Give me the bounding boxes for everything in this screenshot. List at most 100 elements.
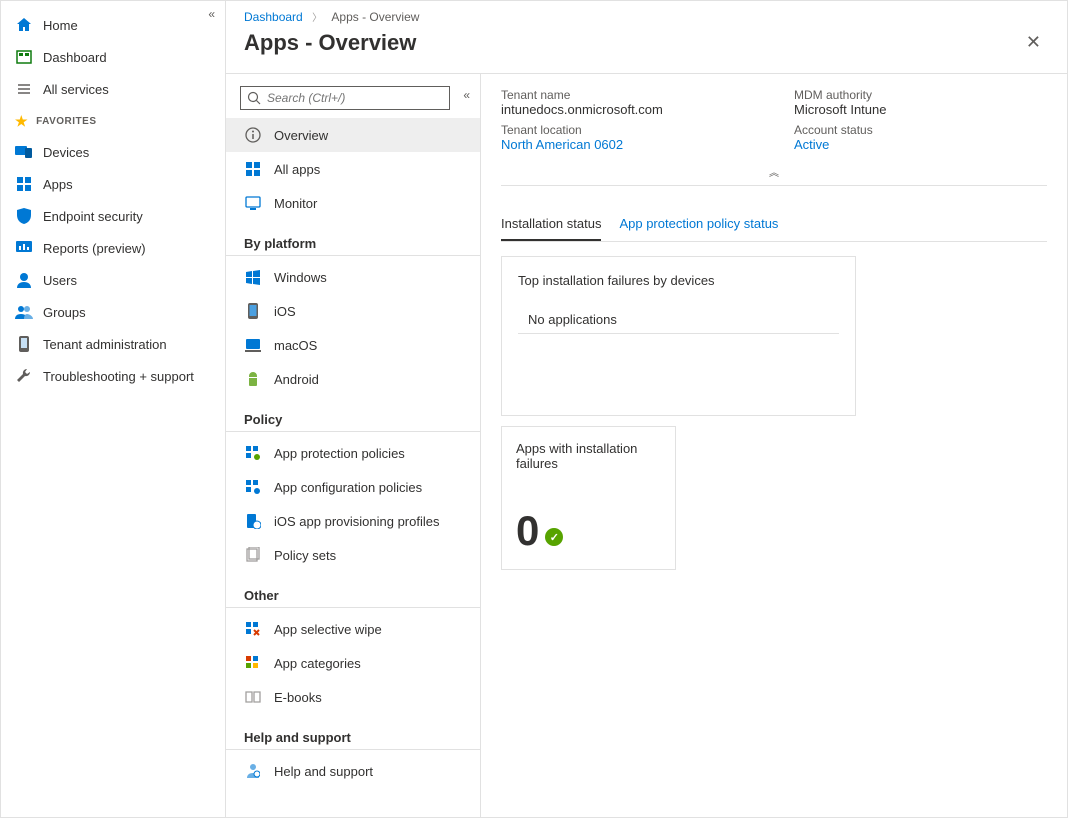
subnav-label: App selective wipe [274,622,382,637]
nav-all-services[interactable]: All services [1,73,225,105]
policy-icon [244,444,262,462]
subnav-app-categories[interactable]: App categories [226,646,480,680]
tab-protection-status[interactable]: App protection policy status [619,216,778,241]
failure-count: 0 ✓ [516,507,661,555]
subnav-app-protection[interactable]: App protection policies [226,436,480,470]
nav-reports[interactable]: Reports (preview) [1,232,225,264]
subnav-label: Android [274,372,319,387]
wrench-icon [15,367,33,385]
ios-icon [244,302,262,320]
subnav-android[interactable]: Android [226,362,480,396]
support-icon [244,762,262,780]
subnav-ios[interactable]: iOS [226,294,480,328]
nav-label: Reports (preview) [43,241,146,256]
nav-label: Devices [43,145,89,160]
section-by-platform: By platform [226,220,480,256]
nav-dashboard[interactable]: Dashboard [1,41,225,73]
nav-label: Troubleshooting + support [43,369,194,384]
status-label: Account status [794,123,1047,137]
page-title: Apps - Overview [244,30,416,56]
users-icon [15,271,33,289]
policy-icon [244,512,262,530]
subnav-monitor[interactable]: Monitor [226,186,480,220]
nav-users[interactable]: Users [1,264,225,296]
nav-label: Apps [43,177,73,192]
policy-sets-icon [244,546,262,564]
star-icon: ★ [15,113,28,130]
subnav-label: Overview [274,128,328,143]
apps-icon [15,175,33,193]
subnav-help-support[interactable]: Help and support [226,754,480,788]
card-title: Apps with installation failures [516,441,661,471]
android-icon [244,370,262,388]
card-failure-count: Apps with installation failures 0 ✓ [501,426,676,570]
subnav-app-config[interactable]: App configuration policies [226,470,480,504]
nav-label: Home [43,18,78,33]
subnav-windows[interactable]: Windows [226,260,480,294]
subnav-selective-wipe[interactable]: App selective wipe [226,612,480,646]
subnav-macos[interactable]: macOS [226,328,480,362]
reports-icon [15,239,33,257]
section-policy: Policy [226,396,480,432]
subnav-label: Policy sets [274,548,336,563]
mdm-label: MDM authority [794,88,1047,102]
breadcrumb: Dashboard 〉 Apps - Overview [226,1,1067,24]
search-input[interactable] [267,91,443,105]
collapse-subnav-icon[interactable]: « [463,88,470,102]
subnav-label: Windows [274,270,327,285]
subnav-label: App protection policies [274,446,405,461]
subnav-policy-sets[interactable]: Policy sets [226,538,480,572]
favorites-header: ★ FAVORITES [1,105,225,136]
nav-label: All services [43,82,109,97]
info-icon [244,126,262,144]
loc-value[interactable]: North American 0602 [501,137,754,152]
nav-home[interactable]: Home [1,9,225,41]
list-icon [15,80,33,98]
tenant-icon [15,335,33,353]
nav-tenant-admin[interactable]: Tenant administration [1,328,225,360]
content: Dashboard 〉 Apps - Overview Apps - Overv… [226,1,1067,817]
card-top-failures: Top installation failures by devices No … [501,256,856,416]
tab-installation-status[interactable]: Installation status [501,216,601,241]
home-icon [15,16,33,34]
devices-icon [15,143,33,161]
nav-endpoint-security[interactable]: Endpoint security [1,200,225,232]
categories-icon [244,654,262,672]
status-value[interactable]: Active [794,137,1047,152]
subnav-overview[interactable]: Overview [226,118,480,152]
subnav-label: Help and support [274,764,373,779]
nav-troubleshooting[interactable]: Troubleshooting + support [1,360,225,392]
wipe-icon [244,620,262,638]
left-nav: « Home Dashboard All services ★ FAVORITE… [1,1,226,817]
nav-label: Groups [43,305,86,320]
subnav-label: iOS app provisioning profiles [274,514,439,529]
subnav-label: E-books [274,690,322,705]
detail-panel: Tenant name intunedocs.onmicrosoft.com M… [481,74,1067,817]
subnav-all-apps[interactable]: All apps [226,152,480,186]
search-icon [247,91,261,105]
monitor-icon [244,194,262,212]
subnav-label: macOS [274,338,317,353]
policy-icon [244,478,262,496]
nav-apps[interactable]: Apps [1,168,225,200]
nav-groups[interactable]: Groups [1,296,225,328]
subnav-label: App categories [274,656,361,671]
subnav-ios-provisioning[interactable]: iOS app provisioning profiles [226,504,480,538]
shield-icon [15,207,33,225]
tenant-name-value: intunedocs.onmicrosoft.com [501,102,754,117]
tabs: Installation status App protection polic… [501,216,1047,242]
nav-devices[interactable]: Devices [1,136,225,168]
nav-label: Users [43,273,77,288]
close-icon[interactable]: ✕ [1018,28,1049,57]
subnav-ebooks[interactable]: E-books [226,680,480,714]
search-box[interactable] [240,86,450,110]
breadcrumb-root[interactable]: Dashboard [244,10,303,24]
expand-icon[interactable]: ︽ [501,158,1047,186]
chevron-right-icon: 〉 [312,13,322,24]
nav-label: Endpoint security [43,209,143,224]
section-other: Other [226,572,480,608]
check-icon: ✓ [545,528,563,546]
collapse-left-nav-icon[interactable]: « [208,7,215,21]
macos-icon [244,336,262,354]
subnav: « Overview All apps [226,74,481,817]
